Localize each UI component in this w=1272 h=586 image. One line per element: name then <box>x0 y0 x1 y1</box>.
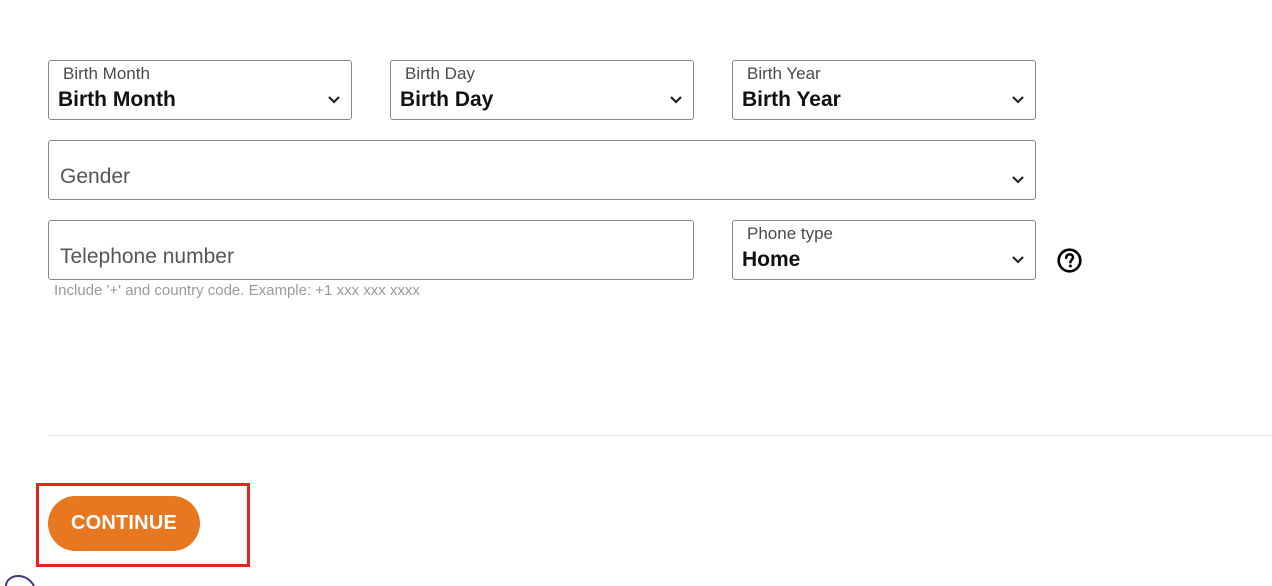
chevron-down-icon <box>1011 95 1025 105</box>
phone-type-label: Phone type <box>747 224 834 243</box>
birth-day-label: Birth Day <box>405 64 475 83</box>
help-icon[interactable] <box>1057 248 1082 273</box>
chevron-down-icon <box>327 95 341 105</box>
telephone-hint: Include '+' and country code. Example: +… <box>54 282 420 299</box>
gender-placeholder: Gender <box>60 165 131 188</box>
section-divider <box>48 435 1272 436</box>
birth-year-value: Birth Year <box>742 88 841 111</box>
phone-type-select[interactable]: Phone type Home <box>732 220 1036 280</box>
birth-year-select[interactable]: Birth Year Birth Year <box>732 60 1036 120</box>
phone-type-value: Home <box>742 248 801 271</box>
birth-month-label: Birth Month <box>63 64 150 83</box>
chevron-down-icon <box>1011 175 1025 185</box>
chevron-down-icon <box>1011 255 1025 265</box>
continue-button[interactable]: CONTINUE <box>48 496 200 551</box>
partial-logo-icon <box>0 570 40 586</box>
birth-year-label: Birth Year <box>747 64 821 83</box>
birth-day-value: Birth Day <box>400 88 494 111</box>
gender-select[interactable]: Gender <box>48 140 1036 200</box>
telephone-number-input[interactable]: Telephone number <box>48 220 694 280</box>
birth-month-select[interactable]: Birth Month Birth Month <box>48 60 352 120</box>
registration-form-page: Birth Month Birth Month Birth Day Birth … <box>0 0 1272 586</box>
chevron-down-icon <box>669 95 683 105</box>
telephone-placeholder: Telephone number <box>60 245 234 268</box>
birth-month-value: Birth Month <box>58 88 176 111</box>
birth-day-select[interactable]: Birth Day Birth Day <box>390 60 694 120</box>
